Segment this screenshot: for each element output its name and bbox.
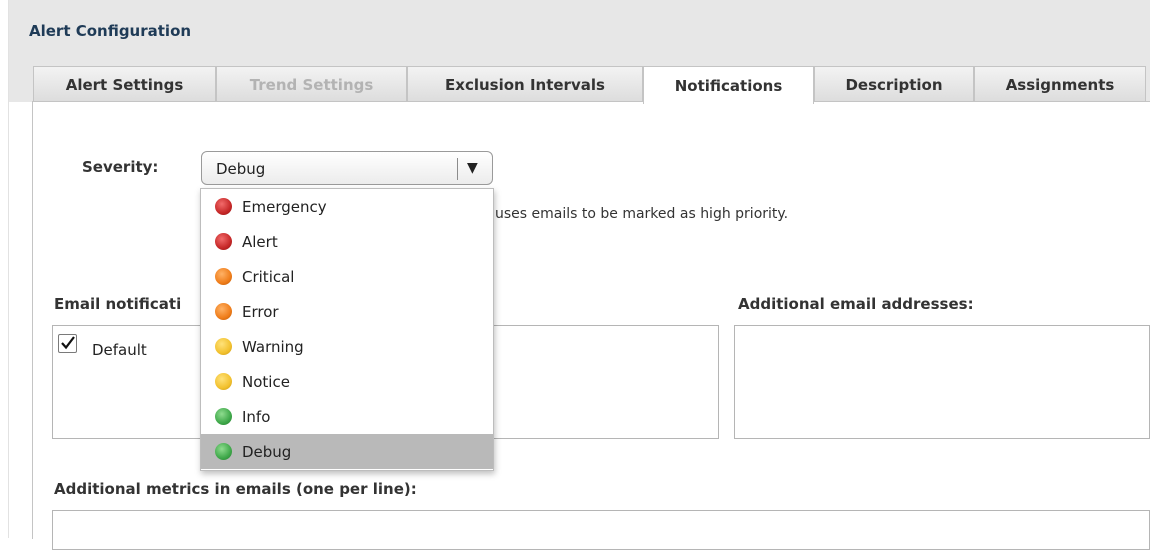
- red-status-dot-icon: [215, 198, 232, 215]
- severity-option-critical[interactable]: Critical: [201, 259, 493, 294]
- checkmark-icon: [61, 336, 75, 350]
- green-status-dot-icon: [215, 443, 232, 460]
- tab-exclusion-intervals[interactable]: Exclusion Intervals: [407, 66, 643, 102]
- default-checkbox[interactable]: [58, 334, 77, 353]
- tab-notifications[interactable]: Notifications: [643, 66, 814, 104]
- severity-option-emergency[interactable]: Emergency: [201, 189, 493, 224]
- select-separator: [457, 158, 458, 180]
- yellow-status-dot-icon: [215, 338, 232, 355]
- additional-emails-label: Additional email addresses:: [738, 295, 974, 313]
- default-checkbox-label: Default: [92, 341, 147, 359]
- red-status-dot-icon: [215, 233, 232, 250]
- tab-trend-settings: Trend Settings: [216, 66, 407, 102]
- panel-title: Alert Configuration: [29, 22, 192, 40]
- severity-dropdown-menu: Emergency Alert Critical Error Warning N…: [200, 188, 494, 471]
- yellow-status-dot-icon: [215, 373, 232, 390]
- severity-option-error[interactable]: Error: [201, 294, 493, 329]
- severity-option-debug[interactable]: Debug: [201, 434, 493, 469]
- tab-alert-settings[interactable]: Alert Settings: [33, 66, 216, 102]
- severity-option-warning[interactable]: Warning: [201, 329, 493, 364]
- panel-header: Alert Configuration: [9, 0, 1150, 58]
- severity-label: Severity:: [82, 158, 159, 176]
- severity-option-notice[interactable]: Notice: [201, 364, 493, 399]
- chevron-down-icon[interactable]: ▼: [467, 160, 478, 176]
- orange-status-dot-icon: [215, 303, 232, 320]
- severity-option-info[interactable]: Info: [201, 399, 493, 434]
- severity-option-alert[interactable]: Alert: [201, 224, 493, 259]
- additional-emails-textarea[interactable]: [734, 325, 1150, 439]
- tab-description[interactable]: Description: [814, 66, 974, 102]
- email-notifications-label: Email notificati: [54, 295, 182, 313]
- severity-hint: uses emails to be marked as high priorit…: [495, 206, 789, 222]
- orange-status-dot-icon: [215, 268, 232, 285]
- severity-selected-value: Debug: [216, 160, 266, 178]
- severity-select[interactable]: Debug ▼: [201, 151, 493, 185]
- green-status-dot-icon: [215, 408, 232, 425]
- additional-metrics-textarea[interactable]: [52, 510, 1150, 550]
- tab-assignments[interactable]: Assignments: [974, 66, 1146, 102]
- left-border: [0, 0, 9, 538]
- additional-metrics-label: Additional metrics in emails (one per li…: [54, 480, 417, 498]
